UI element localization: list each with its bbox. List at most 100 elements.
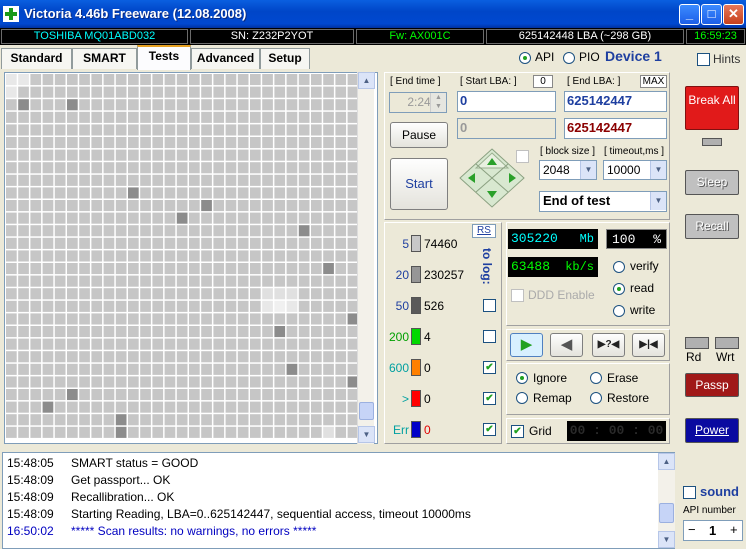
- grid-scrollbar[interactable]: ▲ ▼: [357, 72, 375, 444]
- ignore-radio[interactable]: [516, 372, 528, 384]
- tab-advanced[interactable]: Advanced: [191, 48, 260, 69]
- grid-cell: [79, 212, 90, 224]
- close-button[interactable]: ✕: [723, 4, 744, 25]
- skip-end-button[interactable]: ▶|◀: [632, 333, 665, 357]
- verify-radio[interactable]: [613, 261, 625, 273]
- start-lba-input[interactable]: 0: [457, 91, 556, 112]
- grid-cell: [225, 401, 237, 413]
- grid-cell: [250, 401, 261, 413]
- log-scroll-up-icon[interactable]: ▲: [658, 453, 675, 470]
- restore-radio[interactable]: [590, 392, 602, 404]
- grid-cell: [323, 263, 334, 275]
- end-lba-max-button[interactable]: MAX: [640, 75, 667, 88]
- restore-label: Restore: [607, 391, 650, 405]
- write-radio[interactable]: [613, 305, 625, 317]
- grid-cell: [335, 200, 347, 212]
- skip-unknown-button[interactable]: ▶?◀: [592, 333, 625, 357]
- grid-cell: [213, 338, 225, 350]
- recall-button[interactable]: Recall: [685, 214, 739, 239]
- grid-cell: [54, 137, 66, 149]
- grid-cell: [30, 376, 42, 388]
- end-action-select[interactable]: End of test ▼: [539, 191, 667, 212]
- grid-cell: [67, 338, 78, 350]
- maximize-button[interactable]: □: [701, 4, 722, 25]
- minimize-button[interactable]: _: [679, 4, 700, 25]
- grid-cell: [91, 389, 103, 401]
- grid-cell: [91, 74, 103, 86]
- block-log-checkbox[interactable]: ✔: [483, 423, 496, 436]
- percent-display: 100 %: [606, 229, 667, 249]
- grid-cell: [30, 137, 42, 149]
- remap-radio[interactable]: [516, 392, 528, 404]
- ddd-enable-checkbox[interactable]: [511, 289, 524, 302]
- api-number-plus[interactable]: +: [730, 522, 738, 537]
- grid-cell: [79, 300, 90, 312]
- grid-cell: [225, 389, 237, 401]
- break-all-button[interactable]: Break All: [685, 86, 739, 130]
- grid-cell: [115, 263, 127, 275]
- pause-button[interactable]: Pause: [390, 122, 448, 148]
- grid-cell: [311, 300, 322, 312]
- grid-cell: [201, 212, 212, 224]
- grid-cell: [189, 99, 200, 111]
- grid-cell: [176, 137, 188, 149]
- tab-setup[interactable]: Setup: [260, 48, 310, 69]
- rewind-button[interactable]: ◀: [550, 333, 583, 357]
- grid-cell: [103, 225, 115, 237]
- direction-checkbox[interactable]: [516, 150, 529, 163]
- tab-standard[interactable]: Standard: [1, 48, 72, 69]
- power-button[interactable]: Power: [685, 418, 739, 443]
- block-color-swatch: [411, 297, 421, 314]
- log-scroll-thumb[interactable]: [659, 503, 674, 523]
- start-lba-zero-button[interactable]: 0: [533, 75, 553, 88]
- scroll-down-icon[interactable]: ▼: [358, 426, 375, 443]
- erase-radio[interactable]: [590, 372, 602, 384]
- timeout-dropdown-icon[interactable]: ▼: [650, 161, 666, 179]
- passport-button[interactable]: Passp: [685, 373, 739, 397]
- end-action-dropdown-icon[interactable]: ▼: [650, 192, 666, 210]
- scroll-up-icon[interactable]: ▲: [358, 72, 375, 89]
- log-scroll-down-icon[interactable]: ▼: [658, 531, 675, 548]
- drive-info-bar: TOSHIBA MQ01ABD032 SN: Z232P2YOT Fw: AX0…: [0, 28, 746, 45]
- block-log-checkbox[interactable]: ✔: [483, 392, 496, 405]
- api-number-stepper[interactable]: − 1 +: [683, 520, 743, 541]
- api-radio[interactable]: [519, 52, 531, 64]
- grid-cell: [176, 401, 188, 413]
- tab-smart[interactable]: SMART: [72, 48, 137, 69]
- sound-checkbox[interactable]: [683, 486, 696, 499]
- block-log-checkbox[interactable]: [483, 299, 496, 312]
- grid-cell: [286, 237, 298, 249]
- pio-radio[interactable]: [563, 52, 575, 64]
- log-message: ***** Scan results: no warnings, no erro…: [71, 524, 317, 538]
- grid-cell: [6, 426, 17, 438]
- sleep-button[interactable]: Sleep: [685, 170, 739, 195]
- block-log-checkbox[interactable]: [483, 330, 496, 343]
- hints-checkbox[interactable]: [697, 53, 710, 66]
- grid-cell: [6, 86, 17, 98]
- grid-cell: [189, 300, 200, 312]
- tab-tests[interactable]: Tests: [137, 45, 191, 70]
- block-log-checkbox[interactable]: ✔: [483, 361, 496, 374]
- log-scrollbar[interactable]: ▲ ▼: [658, 453, 675, 548]
- rs-button[interactable]: RS: [472, 224, 496, 238]
- read-radio[interactable]: [613, 283, 625, 295]
- log-message: Recallibration... OK: [71, 490, 175, 504]
- api-number-minus[interactable]: −: [688, 522, 696, 537]
- grid-cell: [237, 338, 249, 350]
- grid-checkbox[interactable]: ✔: [511, 425, 524, 438]
- timeout-select[interactable]: 10000 ▼: [603, 160, 667, 180]
- start-button[interactable]: Start: [390, 158, 448, 210]
- grid-cell: [262, 225, 273, 237]
- grid-cell: [250, 74, 261, 86]
- grid-cell: [140, 338, 151, 350]
- block-size-select[interactable]: 2048 ▼: [539, 160, 597, 180]
- block-size-dropdown-icon[interactable]: ▼: [580, 161, 596, 179]
- end-lba-input[interactable]: 625142447: [564, 91, 667, 112]
- grid-cell: [274, 225, 286, 237]
- grid-cell: [286, 124, 298, 136]
- log-line: 15:48:09 Recallibration... OK: [7, 489, 174, 506]
- play-button[interactable]: ▶: [510, 333, 543, 357]
- end-time-spinner[interactable]: ▲ ▼: [430, 93, 446, 112]
- grid-cell: [225, 74, 237, 86]
- scroll-thumb[interactable]: [359, 402, 374, 420]
